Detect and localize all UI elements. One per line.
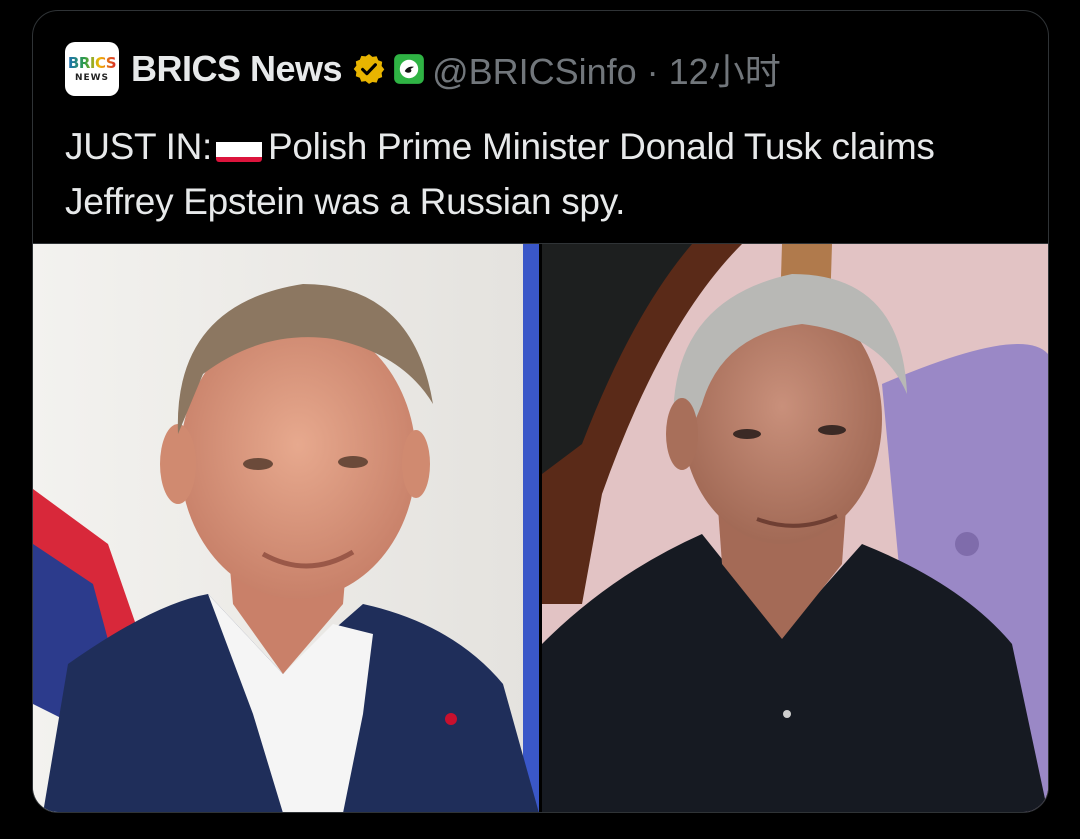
verified-badge-icon[interactable]: [352, 52, 386, 86]
tweet-text: JUST IN: Polish Prime Minister Donald Tus…: [65, 119, 1015, 229]
avatar-logo-subtext: NEWS: [74, 72, 110, 83]
tweet-media[interactable]: [33, 243, 1048, 812]
display-name[interactable]: BRICS News: [131, 48, 343, 90]
tweet-text-prefix: JUST IN:: [65, 126, 212, 167]
tweet-header: BRICS NEWS BRICS News @BRICSinfo · 12小时: [65, 39, 781, 99]
avatar-logo-text: BRICS: [67, 53, 117, 72]
poland-flag-icon: [216, 132, 262, 162]
affiliate-badge-icon[interactable]: [392, 52, 426, 86]
handle-and-timestamp[interactable]: @BRICSinfo · 12小时: [432, 43, 781, 95]
left-portrait-image[interactable]: [33, 244, 539, 812]
avatar[interactable]: BRICS NEWS: [65, 42, 119, 96]
right-portrait-image[interactable]: [542, 244, 1048, 812]
screen: BRICS NEWS BRICS News @BRICSinfo · 12小时: [0, 0, 1080, 839]
tweet-card[interactable]: BRICS NEWS BRICS News @BRICSinfo · 12小时: [32, 10, 1049, 813]
